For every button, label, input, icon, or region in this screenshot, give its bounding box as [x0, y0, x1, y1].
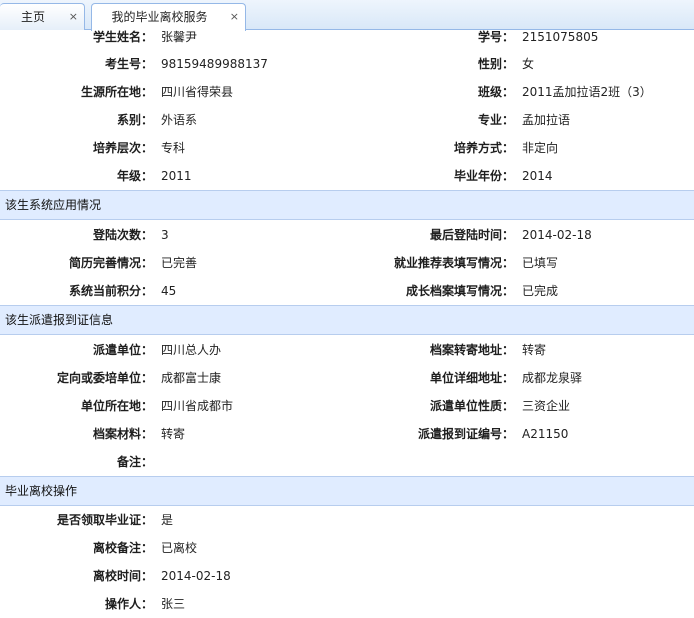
info-row-department: 系别： 外语系 专业： 孟加拉语 [0, 106, 694, 134]
detail-content: 学生姓名： 张馨尹 学号： 2151075805 考生号： 9815948998… [0, 30, 694, 618]
field-value: 非定向 [522, 141, 559, 155]
field-value: 已完成 [522, 284, 559, 298]
field-label: 派遣单位性质： [429, 399, 514, 413]
field-label: 专业： [477, 113, 514, 127]
section-header-dispatch: 该生派遣报到证信息 [0, 305, 694, 335]
field-label: 系别： [116, 113, 153, 127]
info-row-remarks: 备注： [0, 448, 694, 476]
field-value: A21150 [522, 427, 569, 441]
info-row-directed-unit: 定向或委培单位： 成都富士康 单位详细地址： 成都龙泉驿 [0, 364, 694, 392]
field-value: 成都龙泉驿 [522, 371, 583, 385]
field-label: 最后登陆时间： [429, 228, 514, 242]
tab-home[interactable]: 主页 × [0, 3, 85, 30]
field-value: 已离校 [161, 541, 198, 555]
field-value: 2014 [522, 169, 553, 183]
info-row-operator: 操作人： 张三 [0, 590, 694, 618]
field-value: 孟加拉语 [522, 113, 571, 127]
info-row-level: 培养层次： 专科 培养方式： 非定向 [0, 134, 694, 162]
field-value: 2011孟加拉语2班（3） [522, 85, 652, 99]
section-header-graduation-leaving: 毕业离校操作 [0, 476, 694, 506]
field-label: 是否领取毕业证： [56, 513, 153, 527]
field-label: 离校备注： [92, 541, 153, 555]
field-label: 单位详细地址： [429, 371, 514, 385]
field-value: 是 [161, 513, 174, 527]
field-label: 就业推荐表填写情况： [393, 256, 514, 270]
field-value: 2014-02-18 [161, 569, 231, 583]
field-value: 女 [522, 57, 535, 71]
info-row-exam-number: 考生号： 98159489988137 性别： 女 [0, 50, 694, 78]
field-label: 考生号： [104, 57, 153, 71]
field-label: 培养方式： [453, 141, 514, 155]
info-row-diploma-received: 是否领取毕业证： 是 [0, 506, 694, 534]
info-row-name: 学生姓名： 张馨尹 学号： 2151075805 [0, 30, 694, 43]
field-value: 转寄 [522, 343, 547, 357]
info-row-leaving-date: 离校时间： 2014-02-18 [0, 562, 694, 590]
field-label: 培养层次： [92, 141, 153, 155]
field-label: 档案转寄地址： [429, 343, 514, 357]
info-row-dispatch-unit: 派遣单位： 四川总人办 档案转寄地址： 转寄 [0, 336, 694, 364]
field-value: 2014-02-18 [522, 228, 592, 242]
field-label: 离校时间： [92, 569, 153, 583]
tab-graduation-service-label: 我的毕业离校服务 [111, 10, 208, 24]
field-label: 成长档案填写情况： [405, 284, 514, 298]
field-label: 简历完善情况： [68, 256, 153, 270]
field-label: 登陆次数： [92, 228, 153, 242]
info-row-origin: 生源所在地： 四川省得荣县 班级： 2011孟加拉语2班（3） [0, 78, 694, 106]
field-label: 生源所在地： [80, 85, 153, 99]
info-row-resume-status: 简历完善情况： 已完善 就业推荐表填写情况： 已填写 [0, 249, 694, 277]
field-label: 派遣单位： [92, 343, 153, 357]
field-label: 学号： [477, 30, 514, 43]
field-value [161, 448, 411, 476]
field-label: 定向或委培单位： [56, 371, 153, 385]
tab-bar: 主页 × 我的毕业离校服务 × [0, 0, 694, 31]
field-label: 操作人： [104, 597, 153, 611]
info-row-grade: 年级： 2011 毕业年份： 2014 [0, 162, 694, 190]
field-label: 派遣报到证编号： [417, 427, 514, 441]
tab-graduation-service[interactable]: 我的毕业离校服务 × [91, 3, 246, 31]
info-row-login-count: 登陆次数： 3 最后登陆时间： 2014-02-18 [0, 221, 694, 249]
field-value: 2151075805 [522, 30, 599, 43]
info-row-archive-material: 档案材料： 转寄 派遣报到证编号： A21150 [0, 420, 694, 448]
section-header-system-usage: 该生系统应用情况 [0, 190, 694, 220]
field-label: 档案材料： [92, 427, 153, 441]
info-row-points: 系统当前积分： 45 成长档案填写情况： 已完成 [0, 277, 694, 305]
field-label: 学生姓名： [92, 30, 153, 43]
field-label: 毕业年份： [453, 169, 514, 183]
field-label: 班级： [477, 85, 514, 99]
field-label: 备注： [116, 455, 153, 469]
field-value: 已填写 [522, 256, 559, 270]
info-row-leaving-remark: 离校备注： 已离校 [0, 534, 694, 562]
info-row-unit-location: 单位所在地： 四川省成都市 派遣单位性质： 三资企业 [0, 392, 694, 420]
field-label: 性别： [477, 57, 514, 71]
field-label: 系统当前积分： [68, 284, 153, 298]
field-value: 张三 [161, 597, 186, 611]
close-icon[interactable]: × [230, 4, 239, 30]
close-icon[interactable]: × [69, 4, 78, 30]
field-label: 年级： [116, 169, 153, 183]
tab-home-label: 主页 [20, 10, 45, 24]
field-value: 三资企业 [522, 399, 571, 413]
field-label: 单位所在地： [80, 399, 153, 413]
